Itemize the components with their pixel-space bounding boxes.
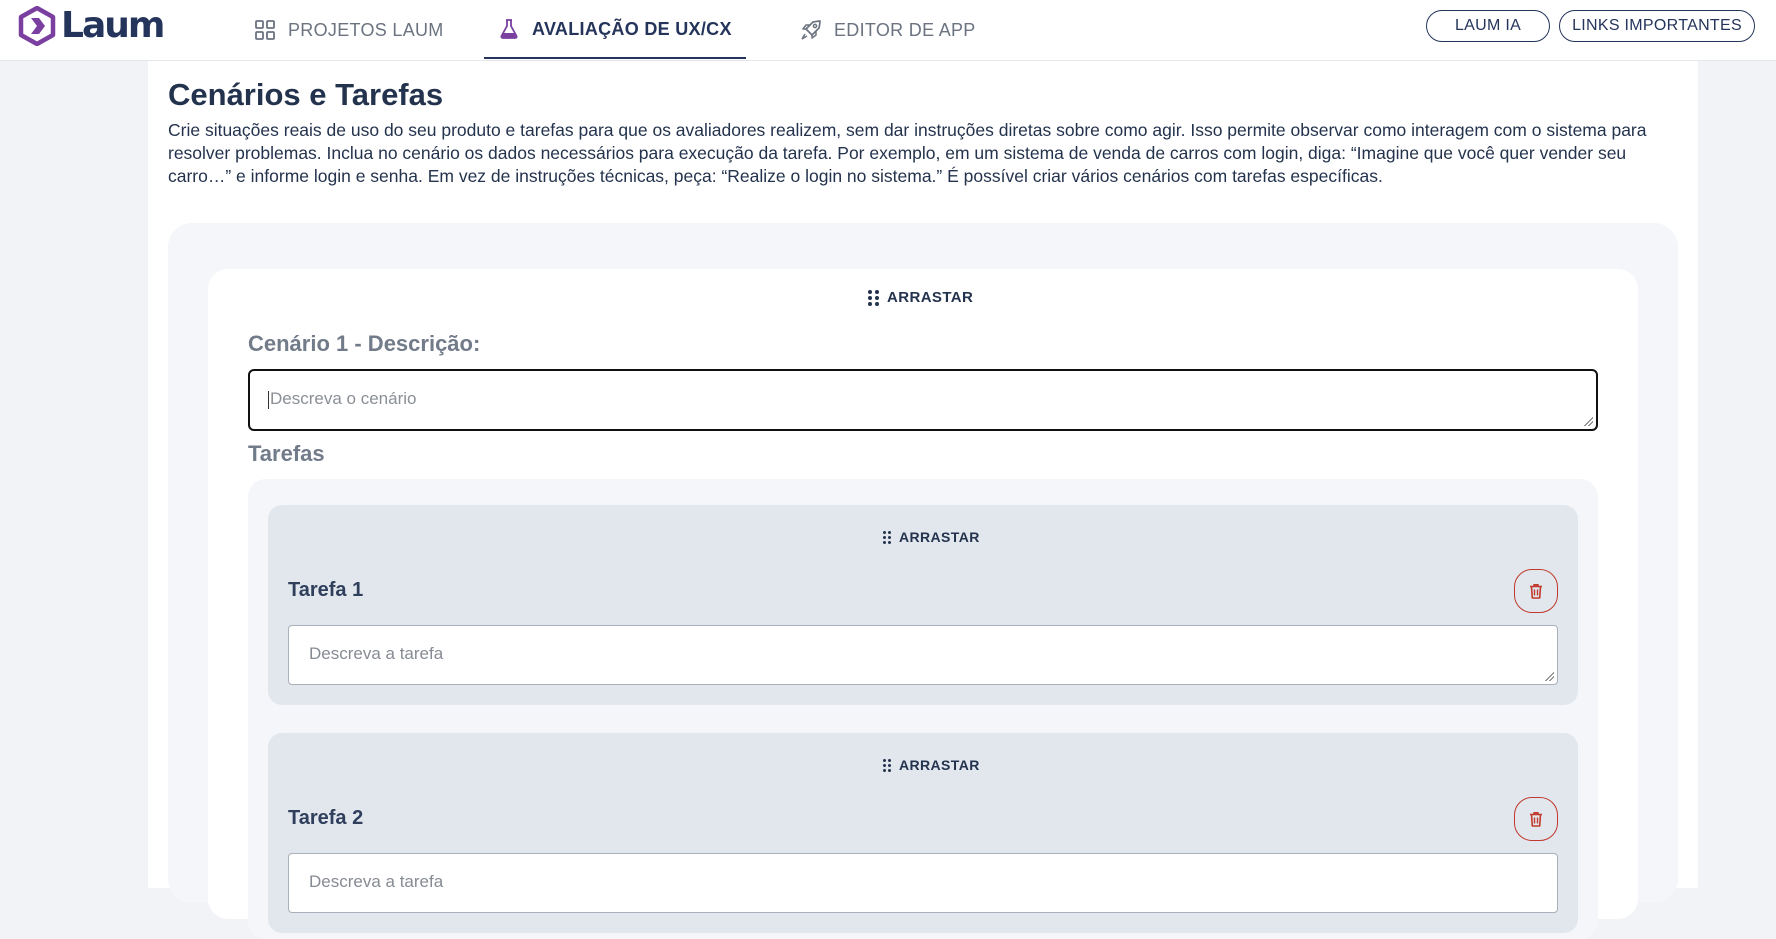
scenario-placeholder: Descreva o cenário [270,389,417,408]
links-importantes-button[interactable]: LINKS IMPORTANTES [1559,10,1755,42]
drag-dots-icon [868,289,879,306]
laum-logo[interactable]: Laum [17,5,165,46]
trash-icon [1530,584,1542,599]
laum-ia-button[interactable]: LAUM IA [1426,10,1550,42]
resize-grip-icon[interactable] [1544,671,1554,681]
scenario-label: Cenário 1 - Descrição: [248,331,481,356]
scenario-description-input[interactable]: Descreva o cenário [248,369,1598,431]
task-title: Tarefa 2 [288,807,364,829]
drag-dots-icon [883,758,891,772]
tab-label: AVALIAÇÃO DE UX/CX [532,18,732,39]
drag-dots-icon [883,530,891,544]
page-description: Crie situações reais de uso do seu produ… [168,120,1647,186]
tasks-label: Tarefas [248,441,325,466]
task-description-input[interactable]: Descreva a tarefa [288,625,1558,685]
page-margin [1698,61,1776,888]
tab-projetos-laum[interactable]: PROJETOS LAUM [254,0,444,59]
logo-text: Laum [61,5,165,46]
grid-icon [255,19,275,40]
drag-label: ARRASTAR [887,289,974,306]
page-title: Cenários e Tarefas [168,77,444,112]
resize-grip-icon[interactable] [1583,416,1593,426]
trash-icon [1530,812,1542,827]
task-drag-handle[interactable]: ARRASTAR [883,757,980,773]
main-content: Cenários e Tarefas Crie situações reais … [148,61,1698,939]
tab-avaliacao-ux-cx[interactable]: AVALIAÇÃO DE UX/CX [484,0,746,59]
tasks-panel: ARRASTAR Tarefa 1 Descreva a tarefa ARRA… [248,479,1598,939]
task-card: ARRASTAR Tarefa 1 Descreva a tarefa [268,505,1578,705]
drag-label: ARRASTAR [899,757,980,773]
drag-label: ARRASTAR [899,529,980,545]
tab-label: PROJETOS LAUM [288,19,444,40]
task-placeholder: Descreva a tarefa [309,644,444,663]
task-title: Tarefa 1 [288,579,364,601]
task-placeholder: Descreva a tarefa [309,872,444,891]
top-navigation-bar: Laum PROJETOS LAUM AVALIAÇÃO DE UX/CX ED… [0,0,1776,61]
delete-task-button[interactable] [1514,797,1558,841]
task-description-input[interactable]: Descreva a tarefa [288,853,1558,913]
tab-editor-de-app[interactable]: EDITOR DE APP [800,0,976,59]
tab-label: EDITOR DE APP [834,19,976,40]
scenarios-panel: ARRASTAR Cenário 1 - Descrição: Descreva… [168,223,1678,939]
task-drag-handle[interactable]: ARRASTAR [883,529,980,545]
task-card: ARRASTAR Tarefa 2 Descreva a tarefa [268,733,1578,933]
scenario-drag-handle[interactable]: ARRASTAR [868,289,973,306]
rocket-icon [801,19,821,40]
text-caret [268,390,269,409]
delete-task-button[interactable] [1514,569,1558,613]
scenario-card: ARRASTAR Cenário 1 - Descrição: Descreva… [208,269,1638,939]
laum-logo-icon [18,6,56,46]
flask-icon [500,18,518,39]
